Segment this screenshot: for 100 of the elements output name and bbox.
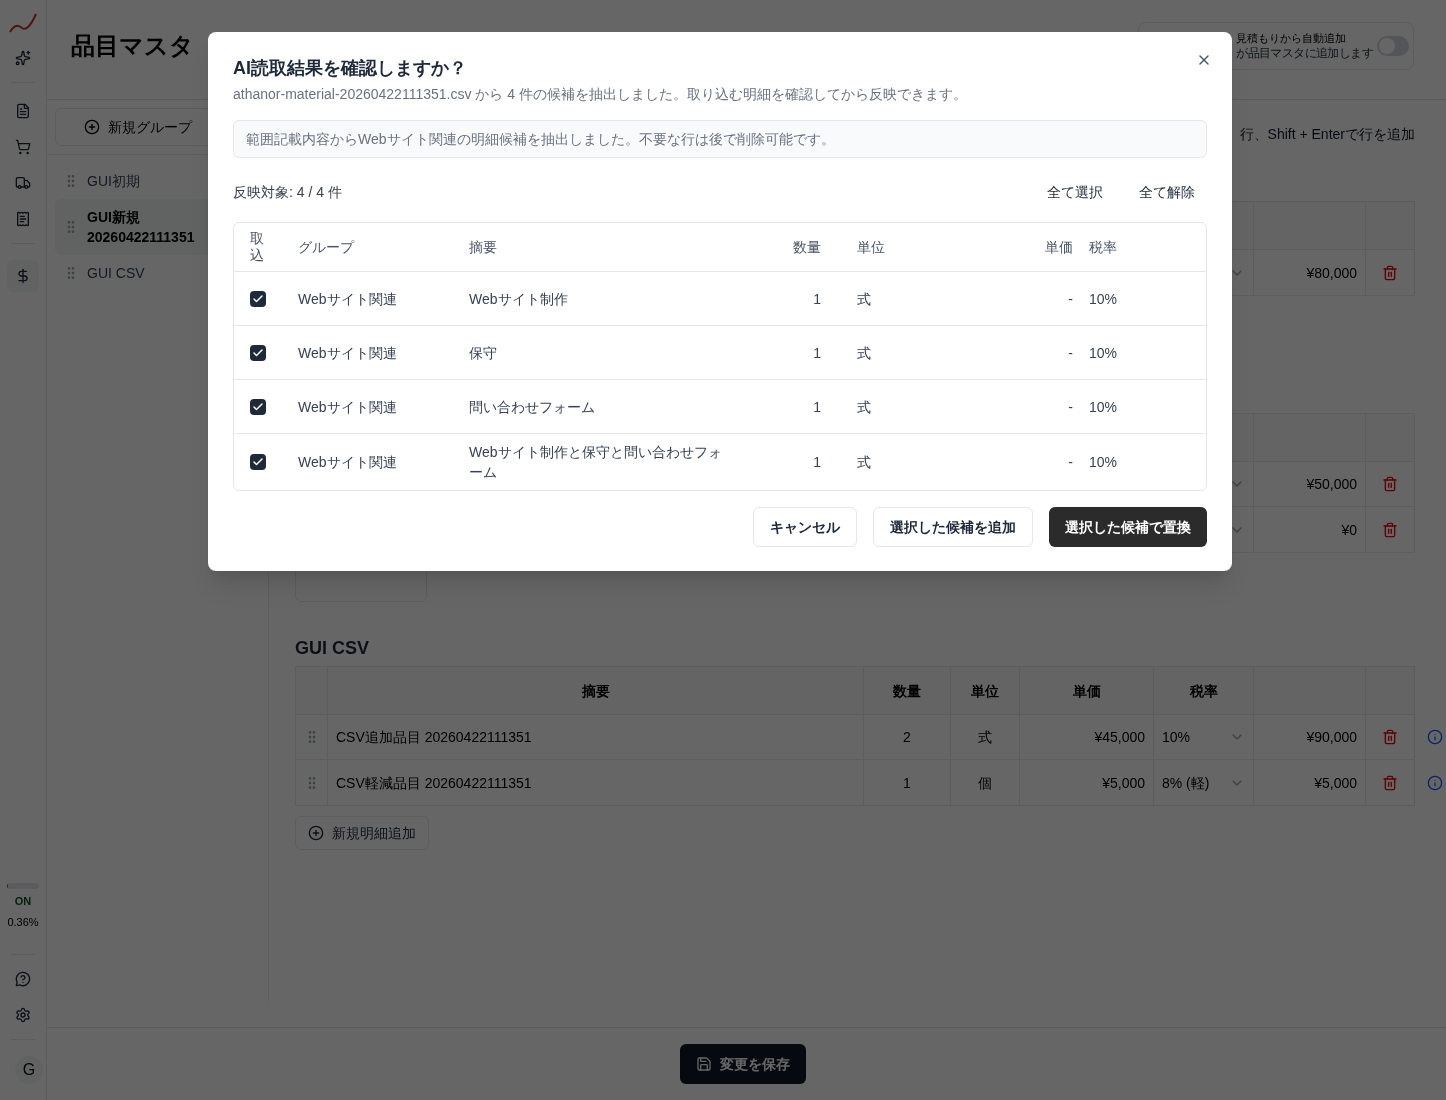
clear-all-button[interactable]: 全て解除 <box>1127 178 1207 206</box>
table-cell-text: 式 <box>857 397 872 417</box>
logo-icon[interactable] <box>8 12 38 34</box>
check-icon <box>252 400 264 413</box>
check-icon <box>252 346 264 359</box>
avatar[interactable]: G <box>15 1056 43 1084</box>
table-cell-text: ¥5,000 <box>1314 773 1357 793</box>
table-cell-text: - <box>1068 343 1073 363</box>
table-cell-text: 1 <box>813 397 822 417</box>
table-cell-text: CSV軽減品目 20260422111351 <box>336 773 532 793</box>
note-box: 範囲記載内容からWebサイト関連の明細候補を抽出しました。不要な行は後で削除可能です。 <box>233 120 1207 158</box>
sparkles-icon[interactable] <box>15 50 31 66</box>
trash-icon[interactable] <box>1382 729 1398 745</box>
column-header: 数量 <box>893 681 921 701</box>
table-cell-text: 問い合わせフォーム <box>469 397 596 417</box>
section-title: GUI CSV <box>295 637 370 660</box>
trash-icon[interactable] <box>1382 264 1398 281</box>
check-icon <box>252 456 264 468</box>
table-cell-text: Webサイト関連 <box>298 343 398 363</box>
trash-icon[interactable] <box>1382 774 1398 791</box>
check-icon <box>252 292 264 305</box>
column-header: 単価 <box>1045 238 1073 257</box>
table-cell-text: - <box>1068 289 1073 309</box>
column-header: 数量 <box>793 238 822 257</box>
table-cell-text: 10% <box>1089 289 1119 309</box>
nav-item-selected[interactable] <box>7 260 39 292</box>
auto-add-label: 見積もりから自動追加 <box>1236 30 1347 46</box>
group-name: GUI CSV <box>87 264 145 283</box>
help-icon[interactable] <box>15 971 31 987</box>
receipt-icon[interactable] <box>15 211 31 227</box>
table-cell-text: 10% <box>1089 453 1119 472</box>
dialog-subtitle: athanor-material-20260422111351.csv から 4 件の候補を抽出しました。取り込む明細を確認してから反映できます。 <box>233 85 968 104</box>
table-cell-text: ¥80,000 <box>1306 263 1357 283</box>
selection-count: 反映対象: 4 / 4 件 <box>233 183 342 202</box>
column-header: グループ <box>298 238 356 257</box>
group-name: GUI初期 <box>87 172 140 191</box>
table-cell-text: 10% <box>1089 397 1119 417</box>
document-icon[interactable] <box>15 103 31 119</box>
info-icon[interactable] <box>1427 729 1443 745</box>
auto-add-description: が品目マスタに追加します <box>1236 46 1373 62</box>
column-header: 摘要 <box>469 238 498 257</box>
table-cell-text: 1 <box>903 773 911 793</box>
settings-icon[interactable] <box>15 1007 31 1023</box>
table-cell-text: 1 <box>813 453 822 472</box>
save-button[interactable]: 変更を保存 <box>679 1044 806 1084</box>
trash-icon[interactable] <box>1382 521 1398 538</box>
table-cell-text: ¥45,000 <box>1094 728 1145 747</box>
table-cell-text: 10% <box>1089 343 1119 363</box>
add-row-button[interactable]: 新規明細追加 <box>295 816 429 850</box>
status-reading: 0.36% <box>7 914 39 930</box>
page-title: 品目マスタ <box>71 30 194 61</box>
table-cell-text: Webサイト関連 <box>298 397 398 417</box>
table-cell-text: Webサイト制作と保守と問い合わせフォーム <box>469 443 723 482</box>
tax-select-value[interactable]: 8% (軽) <box>1162 772 1210 793</box>
table-cell-text: Webサイト関連 <box>298 289 398 309</box>
plus-circle-icon <box>308 825 324 841</box>
table-cell-text: 2 <box>903 728 911 747</box>
table-cell-text: Webサイト制作 <box>469 289 569 309</box>
checkbox[interactable] <box>250 454 266 470</box>
dialog-title: AI読取結果を確認しますか？ <box>233 57 467 80</box>
column-header: 税率 <box>1089 238 1118 257</box>
secondary-button[interactable]: キャンセル <box>753 507 857 547</box>
primary-button[interactable]: 選択した候補で置換 <box>1049 507 1207 547</box>
select-all-button[interactable]: 全て選択 <box>1035 178 1115 206</box>
hint-text: 行、Shift + Enterで行を追加 <box>1239 125 1415 144</box>
tax-select-value[interactable]: 10% <box>1162 727 1191 747</box>
column-header: 単位 <box>857 238 886 257</box>
table-cell-text: - <box>1068 397 1073 417</box>
table-cell-text: ¥50,000 <box>1306 475 1357 494</box>
table-cell-text: 式 <box>857 289 872 309</box>
table-cell-text: ¥0 <box>1341 520 1357 540</box>
status-label: ON <box>14 894 32 909</box>
trash-icon[interactable] <box>1382 476 1398 492</box>
save-icon <box>695 1056 712 1072</box>
table-cell-text: 個 <box>978 773 992 793</box>
checkbox[interactable] <box>250 398 266 415</box>
column-header: 摘要 <box>581 681 610 701</box>
group-name: GUI新規 <box>87 208 141 227</box>
checkbox[interactable] <box>250 344 266 361</box>
table-cell-text: 式 <box>978 728 992 747</box>
column-header: 単価 <box>1072 681 1101 701</box>
table-cell-text: ¥5,000 <box>1102 773 1145 793</box>
table-cell-text: 式 <box>857 453 872 472</box>
column-header: 税率 <box>1189 681 1218 701</box>
table-cell-text: 1 <box>813 289 822 309</box>
plus-circle-icon <box>84 119 100 135</box>
table-cell-text: 式 <box>857 343 872 363</box>
group-code: 20260422111351 <box>87 228 195 247</box>
table-cell-text: - <box>1068 453 1073 472</box>
table-cell-text: 1 <box>813 343 822 363</box>
table-cell-text: Webサイト関連 <box>298 453 398 472</box>
checkbox[interactable] <box>250 290 266 307</box>
secondary-button[interactable]: 選択した候補を追加 <box>873 507 1033 547</box>
cart-icon[interactable] <box>15 139 31 155</box>
dollar-icon <box>15 268 31 284</box>
truck-icon[interactable] <box>15 175 31 191</box>
table-cell-text: ¥90,000 <box>1306 728 1357 747</box>
table-cell-text: 保守 <box>469 343 498 363</box>
info-icon[interactable] <box>1427 774 1443 791</box>
column-header: 単位 <box>971 681 999 701</box>
